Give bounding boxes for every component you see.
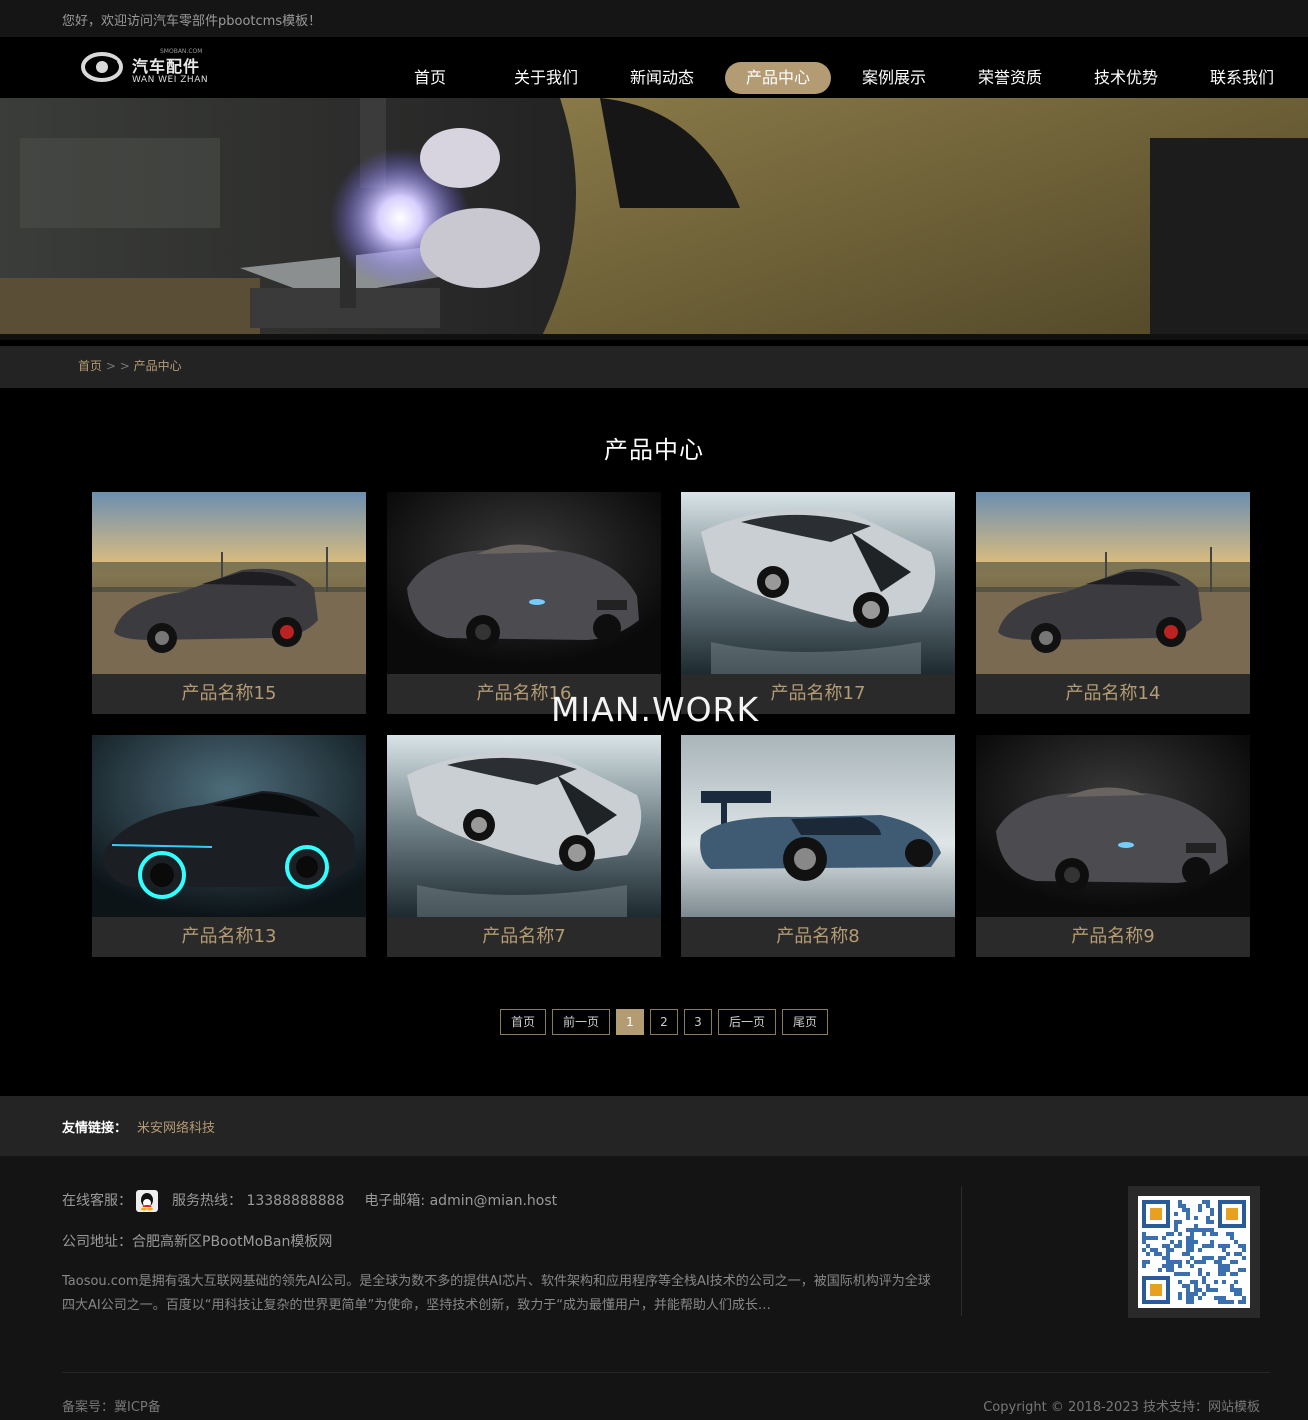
footer-divider xyxy=(62,1372,1270,1373)
watermark-text: MIAN.WORK xyxy=(551,690,760,729)
product-image-grey-sports-car-sunset[interactable] xyxy=(976,492,1250,674)
nav-item-1[interactable]: 关于我们 xyxy=(488,62,604,94)
product-image-dark-concept-roadster[interactable] xyxy=(976,735,1250,917)
nav-item-7[interactable]: 联系我们 xyxy=(1184,62,1300,94)
product-card[interactable]: 产品名称9 xyxy=(976,735,1250,957)
product-card[interactable]: 产品名称17 xyxy=(681,492,955,714)
product-image-silver-supercar[interactable] xyxy=(681,492,955,674)
nav-item-4[interactable]: 案例展示 xyxy=(836,62,952,94)
online-service-label: 在线客服： xyxy=(62,1193,132,1209)
icp-record[interactable]: 备案号：冀ICP备 xyxy=(62,1396,161,1415)
product-name[interactable]: 产品名称9 xyxy=(976,917,1250,957)
breadcrumb-home-link[interactable]: 首页 xyxy=(78,359,102,373)
copyright-text: Copyright © 2018-2023 技术支持：网站模板 xyxy=(983,1400,1260,1415)
breadcrumb-separator: > > xyxy=(102,359,134,373)
breadcrumb-current[interactable]: 产品中心 xyxy=(134,359,182,373)
page-number-2[interactable]: 2 xyxy=(650,1009,678,1035)
product-card[interactable]: 产品名称15 xyxy=(92,492,366,714)
product-name[interactable]: 产品名称8 xyxy=(681,917,955,957)
company-address: 公司地址：合肥高新区PBootMoBan模板网 xyxy=(62,1234,333,1250)
product-name[interactable]: 产品名称14 xyxy=(976,674,1250,714)
page-prev-button[interactable]: 前一页 xyxy=(552,1009,610,1035)
site-header: SMOBAN.COM 汽车配件 WAN WEI ZHAN 首页 关于我们 新闻动态产… xyxy=(0,37,1308,98)
product-image-race-car-rear-wing[interactable] xyxy=(681,735,955,917)
product-image-silver-supercar[interactable] xyxy=(387,735,661,917)
site-footer: 在线客服： 服务热线： 13388888888 电子邮箱: admin@mian.… xyxy=(0,1156,1308,1420)
product-name[interactable]: 产品名称15 xyxy=(92,674,366,714)
product-card[interactable]: 产品名称8 xyxy=(681,735,955,957)
product-name[interactable]: 产品名称7 xyxy=(387,917,661,957)
product-image-neon-blue-supercar[interactable] xyxy=(92,735,366,917)
welding-banner-image xyxy=(0,98,1308,340)
qr-code-icon xyxy=(1138,1196,1250,1308)
page-number-3[interactable]: 3 xyxy=(684,1009,712,1035)
pagination: 首页 前一页 1 2 3 后一页 尾页 xyxy=(500,1009,828,1035)
logo-chinese-name: 汽车配件 xyxy=(132,57,201,76)
product-image-dark-concept-roadster[interactable] xyxy=(387,492,661,674)
breadcrumb-bar: 首页 > > 产品中心 xyxy=(0,346,1308,388)
page-next-button[interactable]: 后一页 xyxy=(718,1009,776,1035)
nav-item-2[interactable]: 新闻动态 xyxy=(604,62,720,94)
welcome-text: 您好，欢迎访问汽车零部件pbootcms模板！ xyxy=(62,14,322,29)
qq-penguin-icon[interactable] xyxy=(136,1190,158,1212)
nav-item-6[interactable]: 技术优势 xyxy=(1068,62,1184,94)
breadcrumb: 首页 > > 产品中心 xyxy=(78,357,182,374)
logo-english-name: WAN WEI ZHAN xyxy=(132,75,209,85)
qr-code-box xyxy=(1128,1186,1260,1318)
product-name[interactable]: 产品名称13 xyxy=(92,917,366,957)
product-card[interactable]: 产品名称7 xyxy=(387,735,661,957)
page-number-1[interactable]: 1 xyxy=(616,1009,644,1035)
footer-divider-vertical xyxy=(961,1186,962,1316)
page-last-button[interactable]: 尾页 xyxy=(782,1009,828,1035)
nav-item-5[interactable]: 荣誉资质 xyxy=(952,62,1068,94)
nav-item-0[interactable]: 首页 xyxy=(372,62,488,94)
product-card[interactable]: 产品名称13 xyxy=(92,735,366,957)
friend-link-item[interactable]: 米安网络科技 xyxy=(137,1117,215,1136)
company-description: Taosou.com是拥有强大互联网基础的领先AI公司。是全球为数不多的提供AI… xyxy=(62,1274,931,1313)
product-card[interactable]: 产品名称14 xyxy=(976,492,1250,714)
product-card[interactable]: 产品名称16 xyxy=(387,492,661,714)
nav-item-3[interactable]: 产品中心 xyxy=(725,62,831,94)
page-first-button[interactable]: 首页 xyxy=(500,1009,546,1035)
hero-banner xyxy=(0,98,1308,340)
logo-swirl-icon xyxy=(81,52,123,82)
footer-contact-line: 在线客服： 服务热线： 13388888888 电子邮箱: admin@mian.… xyxy=(62,1190,557,1212)
main-nav: 首页 关于我们 新闻动态 产品中心 案例展示 荣誉资质 技术优势 联系我们 xyxy=(372,62,1300,94)
friend-links-label: 友情链接： xyxy=(62,1121,128,1136)
service-hotline: 服务热线： 13388888888 xyxy=(172,1193,345,1209)
section-title: 产品中心 xyxy=(604,436,704,464)
friend-links-bar: 友情链接： 米安网络科技 xyxy=(0,1096,1308,1156)
top-bar: 您好，欢迎访问汽车零部件pbootcms模板！ xyxy=(0,0,1308,37)
contact-email: 电子邮箱: admin@mian.host xyxy=(364,1193,558,1209)
site-logo[interactable]: SMOBAN.COM 汽车配件 WAN WEI ZHAN xyxy=(80,45,220,91)
product-image-grey-sports-car-sunset[interactable] xyxy=(92,492,366,674)
